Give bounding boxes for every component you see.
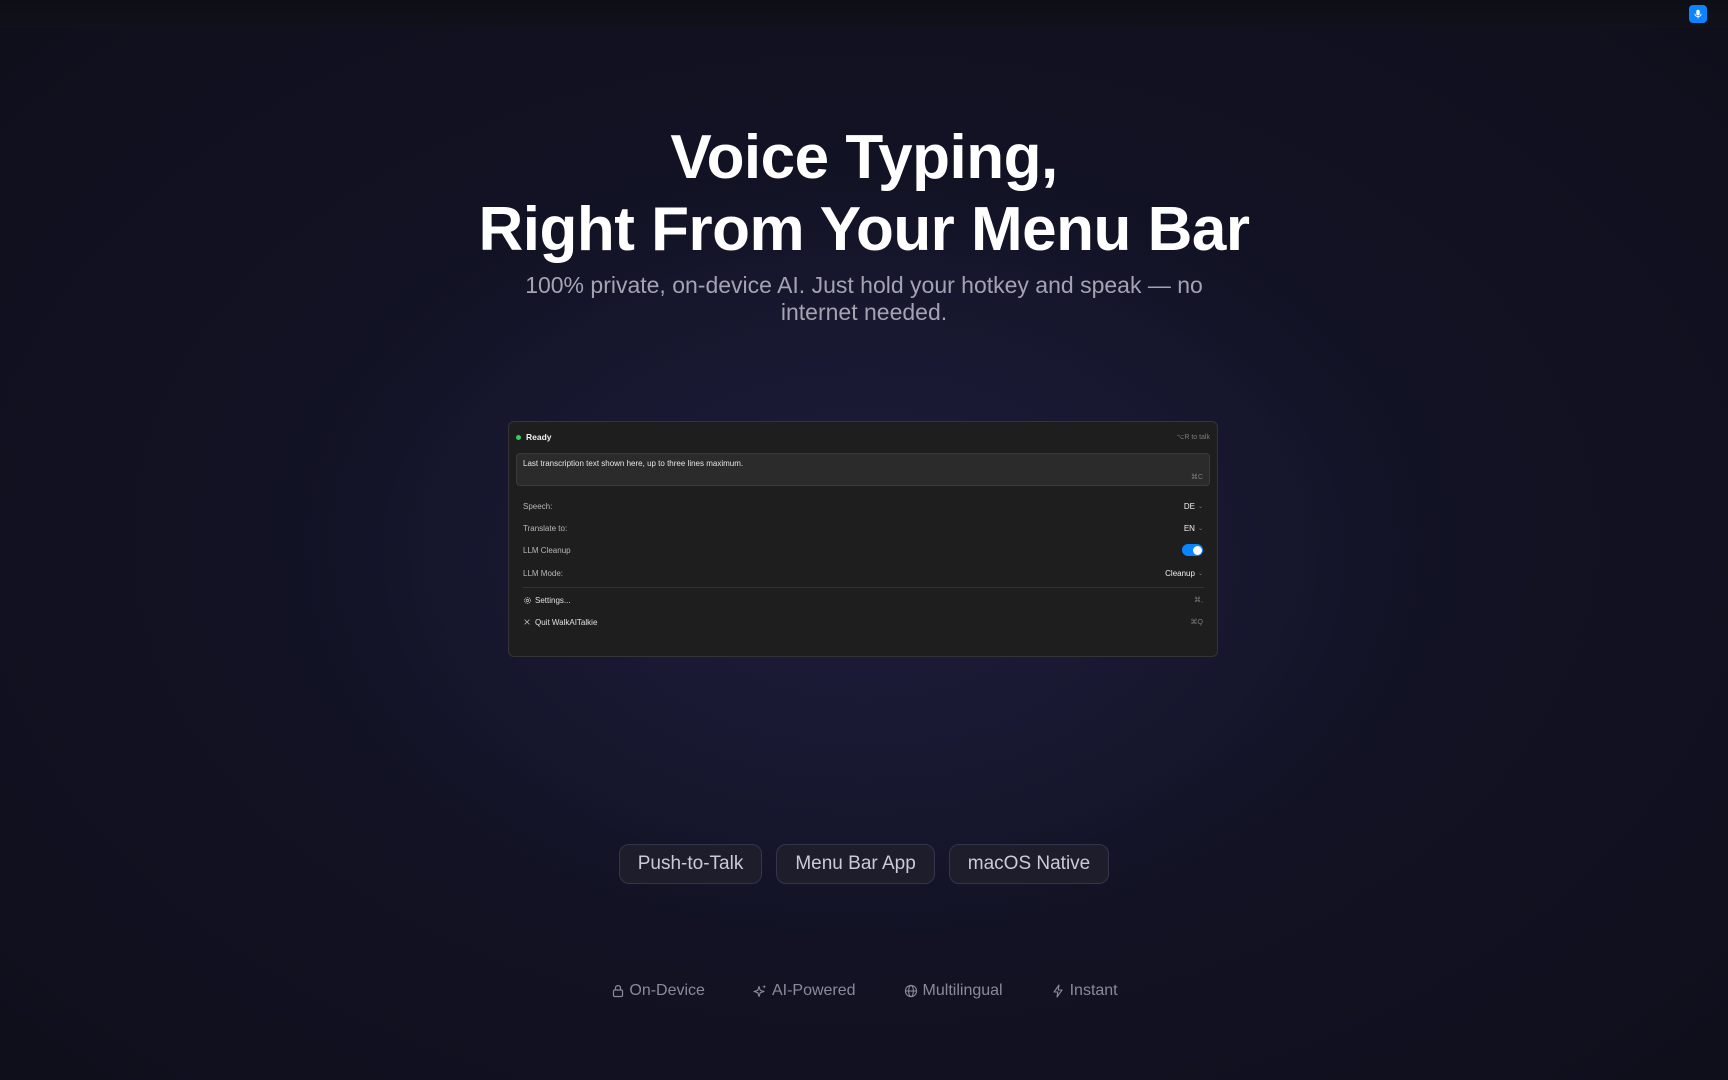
globe-icon <box>904 984 919 999</box>
divider <box>522 587 1204 588</box>
transcript-box[interactable]: Last transcription text shown here, up t… <box>516 453 1210 486</box>
speech-language-row[interactable]: Speech: DE ⌄ <box>523 499 1203 513</box>
sparkles-icon <box>753 984 768 999</box>
hero-subtitle: 100% private, on-device AI. Just hold yo… <box>525 272 1203 325</box>
llm-cleanup-label: LLM Cleanup <box>523 545 571 555</box>
hero: Voice Typing, Right From Your Menu Bar 1… <box>0 122 1728 326</box>
popover-header: Ready ⌥R to talk <box>516 431 1210 443</box>
translate-language-select[interactable]: EN ⌄ <box>1184 524 1203 533</box>
feature-on-device: On-Device <box>610 982 705 1000</box>
feature-instant-label: Instant <box>1069 982 1118 999</box>
ready-status-dot <box>516 434 521 440</box>
lightning-icon <box>1051 984 1066 999</box>
quit-shortcut: ⌘Q <box>1190 619 1203 626</box>
menubar-app-button[interactable] <box>1689 5 1707 23</box>
toggle-knob <box>1192 545 1202 555</box>
translate-language-value: EN <box>1183 523 1195 533</box>
feature-on-device-label: On-Device <box>629 982 705 999</box>
quit-label: Quit WalkAITalkie <box>535 617 598 627</box>
lock-icon <box>610 984 625 999</box>
feature-multilingual: Multilingual <box>904 982 1003 1000</box>
feature-instant: Instant <box>1051 982 1118 1000</box>
settings-menu-item[interactable]: Settings... ⌘, <box>522 593 1203 607</box>
pill-menu-bar-app: Menu Bar App <box>776 844 935 884</box>
gear-icon <box>522 595 532 605</box>
feature-ai-powered: AI-Powered <box>753 982 856 1000</box>
microphone-icon <box>1694 9 1702 19</box>
status-label: Ready <box>526 432 552 442</box>
translate-row[interactable]: Translate to: EN ⌄ <box>523 521 1203 535</box>
pill-push-to-talk: Push-to-Talk <box>618 844 763 884</box>
feature-ai-powered-label: AI-Powered <box>771 982 856 999</box>
feature-list: On-Device AI-Powered Multilingual Instan… <box>0 982 1728 1000</box>
chevron-down-icon: ⌄ <box>1197 525 1203 532</box>
speech-language-select[interactable]: DE ⌄ <box>1184 502 1203 511</box>
close-icon <box>522 617 532 627</box>
hotkey-hint: ⌥R to talk <box>1176 434 1210 441</box>
llm-mode-value: Cleanup <box>1165 568 1195 578</box>
hero-title-line-1: Voice Typing, <box>670 123 1058 192</box>
menu-bar-popover: Ready ⌥R to talk Last transcription text… <box>508 421 1218 657</box>
llm-mode-row[interactable]: LLM Mode: Cleanup ⌄ <box>523 566 1203 580</box>
quit-menu-item[interactable]: Quit WalkAITalkie ⌘Q <box>522 615 1203 629</box>
feature-multilingual-label: Multilingual <box>922 982 1003 999</box>
hero-title: Voice Typing, Right From Your Menu Bar <box>0 122 1728 266</box>
llm-cleanup-row: LLM Cleanup <box>523 543 1203 557</box>
copy-shortcut: ⌘C <box>1190 474 1203 481</box>
pill-macos-native: macOS Native <box>948 844 1110 884</box>
llm-mode-label: LLM Mode: <box>523 568 564 578</box>
feature-pills: Push-to-Talk Menu Bar App macOS Native <box>0 844 1728 884</box>
settings-shortcut: ⌘, <box>1194 597 1203 604</box>
translate-label: Translate to: <box>523 523 568 533</box>
transcript-text: Last transcription text shown here, up t… <box>523 459 744 468</box>
hero-title-line-2: Right From Your Menu Bar <box>478 195 1250 264</box>
speech-language-value: DE <box>1183 501 1195 511</box>
speech-label: Speech: <box>523 501 553 511</box>
chevron-down-icon: ⌄ <box>1197 570 1203 577</box>
settings-label: Settings... <box>535 595 571 605</box>
chevron-down-icon: ⌄ <box>1197 503 1203 510</box>
llm-mode-select[interactable]: Cleanup ⌄ <box>1165 569 1203 578</box>
llm-cleanup-toggle[interactable] <box>1182 544 1203 556</box>
menu-bar <box>0 0 1728 28</box>
